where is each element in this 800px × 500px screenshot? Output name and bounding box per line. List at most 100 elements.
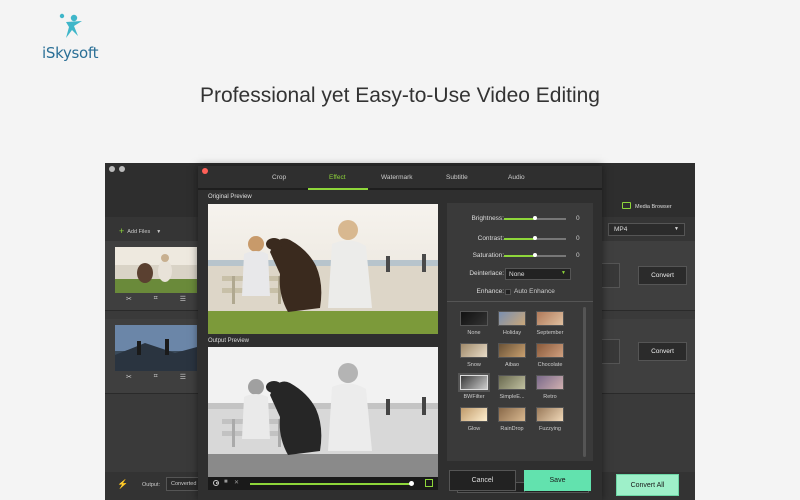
play-icon[interactable] — [213, 480, 219, 486]
filter-option[interactable]: Fuzzying — [533, 407, 567, 432]
tab-effect[interactable]: Effect — [329, 174, 346, 181]
cancel-button[interactable]: Cancel — [449, 470, 516, 491]
brightness-label: Brightness: — [471, 215, 504, 222]
add-files-button[interactable]: + Add Files ▼ — [119, 226, 161, 236]
filter-option[interactable]: Aibao — [495, 343, 529, 368]
brightness-slider-handle[interactable] — [533, 216, 537, 220]
filter-name: Fuzzying — [538, 426, 561, 432]
chevron-down-icon: ▼ — [674, 226, 679, 232]
saturation-slider-handle[interactable] — [533, 253, 537, 257]
save-button[interactable]: Save — [524, 470, 591, 491]
playback-controls: ■ ✕ — [208, 477, 438, 490]
chevron-down-icon: ▼ — [561, 270, 566, 276]
saturation-value: 0 — [576, 252, 580, 259]
filter-option[interactable]: SimpleE... — [495, 375, 529, 400]
filter-thumbnail — [460, 407, 488, 422]
close-dialog-button[interactable] — [202, 168, 208, 174]
output-preview-image — [208, 347, 438, 477]
filter-scrollbar[interactable] — [583, 307, 586, 457]
output-label: Output: — [142, 482, 161, 488]
chevron-down-icon: ▼ — [156, 229, 162, 235]
crop-icon[interactable]: ⌗ — [154, 295, 158, 303]
video-thumbnail[interactable] — [115, 247, 197, 293]
convert-all-button[interactable]: Convert All — [616, 474, 679, 496]
filter-option[interactable]: September — [533, 311, 567, 336]
editor-tabs: Crop Effect Watermark Subtitle Audio — [198, 166, 602, 190]
media-browser-button[interactable]: Media Browser — [622, 202, 672, 210]
filter-name: Glow — [467, 426, 481, 432]
filter-name: September — [536, 330, 564, 336]
filter-option[interactable]: Glow — [457, 407, 491, 432]
effect-settings-panel: Brightness: 0 Contrast: 0 Saturation: 0 … — [447, 203, 593, 493]
filter-name: Retro — [543, 394, 557, 400]
filter-option[interactable]: Chocolate — [533, 343, 567, 368]
filter-name: BWFilter — [463, 394, 485, 400]
tab-crop[interactable]: Crop — [272, 174, 286, 181]
contrast-slider-handle[interactable] — [533, 236, 537, 240]
active-tab-indicator — [308, 188, 368, 190]
iskysoft-logo: iSkysoft — [42, 13, 112, 64]
media-browser-label: Media Browser — [635, 204, 672, 210]
slider-rest — [535, 218, 566, 220]
folder-icon — [622, 202, 631, 209]
output-preview — [208, 347, 438, 477]
original-preview — [208, 204, 438, 334]
filter-option[interactable]: RainDrop — [495, 407, 529, 432]
convert-button[interactable]: Convert — [638, 266, 687, 285]
slider-rest — [535, 238, 566, 240]
fullscreen-icon[interactable] — [425, 479, 433, 487]
filter-name: Snow — [467, 362, 481, 368]
tab-watermark[interactable]: Watermark — [381, 174, 413, 181]
original-preview-image — [208, 204, 438, 334]
auto-enhance-checkbox[interactable] — [505, 289, 511, 295]
filter-thumbnail — [460, 343, 488, 358]
adjust-icon[interactable]: ☰ — [180, 373, 186, 381]
playback-progress-handle[interactable] — [409, 481, 415, 486]
filter-option[interactable]: None — [457, 311, 491, 336]
minimize-window-button[interactable] — [119, 166, 125, 172]
thumbnail-tools: ✂ ⌗ ☰ — [115, 373, 197, 381]
filter-thumbnail — [498, 311, 526, 326]
lightning-icon[interactable]: ⚡ — [117, 479, 128, 490]
filter-name: Holiday — [502, 330, 522, 336]
video-thumbnail[interactable] — [115, 325, 197, 371]
filter-thumbnail — [536, 375, 564, 390]
scissors-icon[interactable]: ✂ — [126, 295, 132, 303]
scissors-icon[interactable]: ✂ — [126, 373, 132, 381]
thumbnail-tools: ✂ ⌗ ☰ — [115, 295, 197, 303]
filter-option[interactable]: Holiday — [495, 311, 529, 336]
deinterlace-value: None — [509, 270, 525, 278]
headline: Professional yet Easy-to-Use Video Editi… — [200, 84, 600, 107]
filter-name: RainDrop — [500, 426, 524, 432]
filter-option[interactable]: BWFilter — [457, 375, 491, 400]
filter-thumbnail — [498, 375, 526, 390]
tab-subtitle[interactable]: Subtitle — [446, 174, 468, 181]
brand-name: iSkysoft — [42, 44, 99, 62]
original-preview-label: Original Preview — [208, 194, 252, 200]
volume-icon[interactable]: ✕ — [234, 479, 239, 486]
close-window-button[interactable] — [109, 166, 115, 172]
contrast-label: Contrast: — [477, 235, 504, 242]
filter-thumbnail — [536, 343, 564, 358]
filter-name: Aibao — [504, 362, 520, 368]
convert-button[interactable]: Convert — [638, 342, 687, 361]
deinterlace-label: Deinterlace: — [469, 270, 504, 277]
contrast-value: 0 — [576, 235, 580, 242]
playback-progress-bar[interactable] — [250, 483, 412, 485]
filter-option[interactable]: Snow — [457, 343, 491, 368]
stop-icon[interactable]: ■ — [224, 479, 228, 485]
output-folder-select[interactable]: Converted — [166, 477, 200, 491]
panel-divider — [447, 301, 593, 302]
filter-option[interactable]: Retro — [533, 375, 567, 400]
deinterlace-select[interactable]: None ▼ — [505, 268, 571, 280]
tab-audio[interactable]: Audio — [508, 174, 525, 181]
filter-name: SimpleE... — [499, 394, 525, 400]
filter-thumbnail — [460, 375, 488, 390]
filter-thumbnail — [498, 407, 526, 422]
beach-thumbnail-image — [115, 247, 197, 293]
filter-thumbnail — [536, 407, 564, 422]
output-format-select[interactable]: MP4 ▼ — [608, 223, 685, 236]
crop-icon[interactable]: ⌗ — [154, 373, 158, 381]
adjust-icon[interactable]: ☰ — [180, 295, 186, 303]
add-files-label: Add Files — [127, 229, 151, 235]
